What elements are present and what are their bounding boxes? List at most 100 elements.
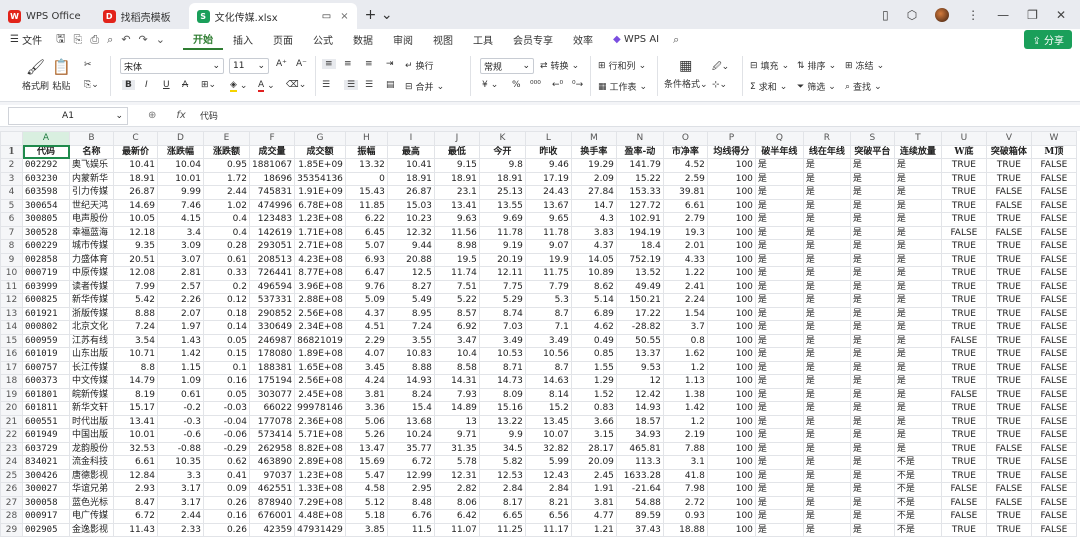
cell[interactable]: 是 xyxy=(802,414,851,429)
cell[interactable]: 8.71 xyxy=(478,360,526,375)
cell[interactable]: 是 xyxy=(849,333,895,348)
cell[interactable]: 13.32 xyxy=(344,158,388,173)
cell[interactable]: FALSE xyxy=(940,387,987,402)
cell[interactable]: 是 xyxy=(893,198,942,213)
cell[interactable]: 0.8 xyxy=(662,333,708,348)
cell[interactable]: 3.81 xyxy=(570,495,617,510)
cell[interactable]: TRUE xyxy=(985,320,1032,335)
cell[interactable]: 1.54 xyxy=(662,306,708,321)
print-preview-icon[interactable]: ⌕ xyxy=(103,33,117,47)
row-header[interactable]: 24 xyxy=(0,455,23,470)
cube-icon[interactable]: ⬡ xyxy=(907,8,917,22)
cell[interactable]: 246987 xyxy=(248,333,296,348)
row-header[interactable]: 1 xyxy=(0,144,23,159)
cell[interactable]: 5.06 xyxy=(344,414,388,429)
cell[interactable]: 100 xyxy=(706,374,756,389)
cell[interactable]: 10.53 xyxy=(478,347,526,362)
cell[interactable]: 5.42 xyxy=(113,293,158,308)
cell[interactable]: 涨跌幅 xyxy=(157,144,204,159)
cell[interactable]: 11.56 xyxy=(433,225,480,240)
cell[interactable]: -0.29 xyxy=(203,441,250,456)
cell[interactable]: 20.19 xyxy=(478,252,526,267)
cell[interactable]: 3.54 xyxy=(113,333,158,348)
cell[interactable]: 9.46 xyxy=(524,158,572,173)
cell[interactable]: TRUE xyxy=(940,185,987,200)
cell[interactable]: TRUE xyxy=(985,401,1032,416)
cell[interactable]: 000719 xyxy=(22,266,70,281)
cell[interactable]: TRUE xyxy=(985,522,1032,537)
cell[interactable]: TRUE xyxy=(940,414,987,429)
cell[interactable]: 0.05 xyxy=(203,387,250,402)
cell[interactable]: 19.9 xyxy=(524,252,572,267)
cell[interactable]: 幸福蓝海 xyxy=(69,225,114,240)
cell[interactable]: 是 xyxy=(802,374,851,389)
cell[interactable]: 5.22 xyxy=(433,293,480,308)
cell[interactable]: 是 xyxy=(893,266,942,281)
cell[interactable]: 3.81 xyxy=(344,387,388,402)
cell[interactable]: 10.41 xyxy=(113,158,158,173)
cell[interactable]: 15.2 xyxy=(524,401,572,416)
cell[interactable]: FALSE xyxy=(1030,266,1077,281)
fill-color-icon[interactable]: ◈ ⌄ xyxy=(230,80,247,92)
cell[interactable]: 1.15 xyxy=(157,360,204,375)
cell[interactable]: 13.52 xyxy=(615,266,664,281)
paste-button[interactable]: 📋 粘贴 xyxy=(52,58,71,92)
cell[interactable]: 是 xyxy=(849,171,895,186)
cell[interactable]: 4.23E+08 xyxy=(294,252,346,267)
cell[interactable]: 是 xyxy=(849,374,895,389)
cell[interactable]: TRUE xyxy=(985,293,1032,308)
conditional-format-button[interactable]: ▦ 条件格式⌄ xyxy=(664,58,708,90)
tab-template[interactable]: D 找稻壳模板 xyxy=(95,3,179,29)
cell[interactable]: 10.71 xyxy=(113,347,158,362)
cell[interactable]: 1.55 xyxy=(570,360,617,375)
cell[interactable]: 0.16 xyxy=(203,509,250,524)
name-box[interactable]: A1 ⌄ xyxy=(8,106,128,125)
cell[interactable]: 5.3 xyxy=(524,293,572,308)
cell[interactable]: 10.01 xyxy=(157,171,204,186)
cell[interactable]: 6.61 xyxy=(662,198,708,213)
row-header[interactable]: 3 xyxy=(0,171,23,186)
cell[interactable]: 89.59 xyxy=(615,509,664,524)
cell[interactable]: 是 xyxy=(893,239,942,254)
cell[interactable]: 4.48E+08 xyxy=(294,509,346,524)
cell[interactable]: 6.89 xyxy=(570,306,617,321)
cell[interactable]: 不是 xyxy=(893,455,942,470)
cell[interactable]: 12.31 xyxy=(433,468,480,483)
cell[interactable]: 474996 xyxy=(248,198,296,213)
cell[interactable]: FALSE xyxy=(1030,171,1077,186)
cell[interactable]: FALSE xyxy=(940,509,987,524)
cell[interactable]: FALSE xyxy=(1030,185,1077,200)
cell[interactable]: 是 xyxy=(802,468,851,483)
cell[interactable]: 是 xyxy=(802,509,851,524)
cell[interactable]: 100 xyxy=(706,239,756,254)
cell[interactable]: 603230 xyxy=(22,171,70,186)
cell[interactable]: 8.62 xyxy=(570,279,617,294)
cell[interactable]: 力盛体育 xyxy=(69,252,114,267)
cell[interactable]: 奥飞娱乐 xyxy=(69,158,114,173)
cell[interactable]: 8.77E+08 xyxy=(294,266,346,281)
cell[interactable]: 引力传媒 xyxy=(69,185,114,200)
cell[interactable]: FALSE xyxy=(1030,333,1077,348)
cell[interactable]: 市净率 xyxy=(662,144,708,159)
row-header[interactable]: 7 xyxy=(0,225,23,240)
cell[interactable]: 752.19 xyxy=(615,252,664,267)
cell[interactable]: 4.52 xyxy=(662,158,708,173)
cell[interactable]: TRUE xyxy=(940,279,987,294)
cell[interactable]: FALSE xyxy=(940,495,987,510)
cell[interactable]: 4.07 xyxy=(344,347,388,362)
cell[interactable]: 中原传媒 xyxy=(69,266,114,281)
cell[interactable]: 是 xyxy=(754,387,804,402)
cell[interactable]: 0.28 xyxy=(203,239,250,254)
underline-button[interactable]: U xyxy=(163,80,170,90)
cell[interactable]: 是 xyxy=(893,279,942,294)
cell[interactable]: 是 xyxy=(893,441,942,456)
cell[interactable]: 2.57 xyxy=(157,279,204,294)
cell[interactable]: 8.19 xyxy=(113,387,158,402)
cell[interactable]: 37.43 xyxy=(615,522,664,537)
cell[interactable]: 32.82 xyxy=(524,441,572,456)
cell[interactable]: 600959 xyxy=(22,333,70,348)
cell[interactable]: 10.01 xyxy=(113,428,158,443)
cell[interactable]: 流金科技 xyxy=(69,455,114,470)
cell[interactable]: 2.84 xyxy=(524,482,572,497)
cell[interactable]: 7.99 xyxy=(113,279,158,294)
